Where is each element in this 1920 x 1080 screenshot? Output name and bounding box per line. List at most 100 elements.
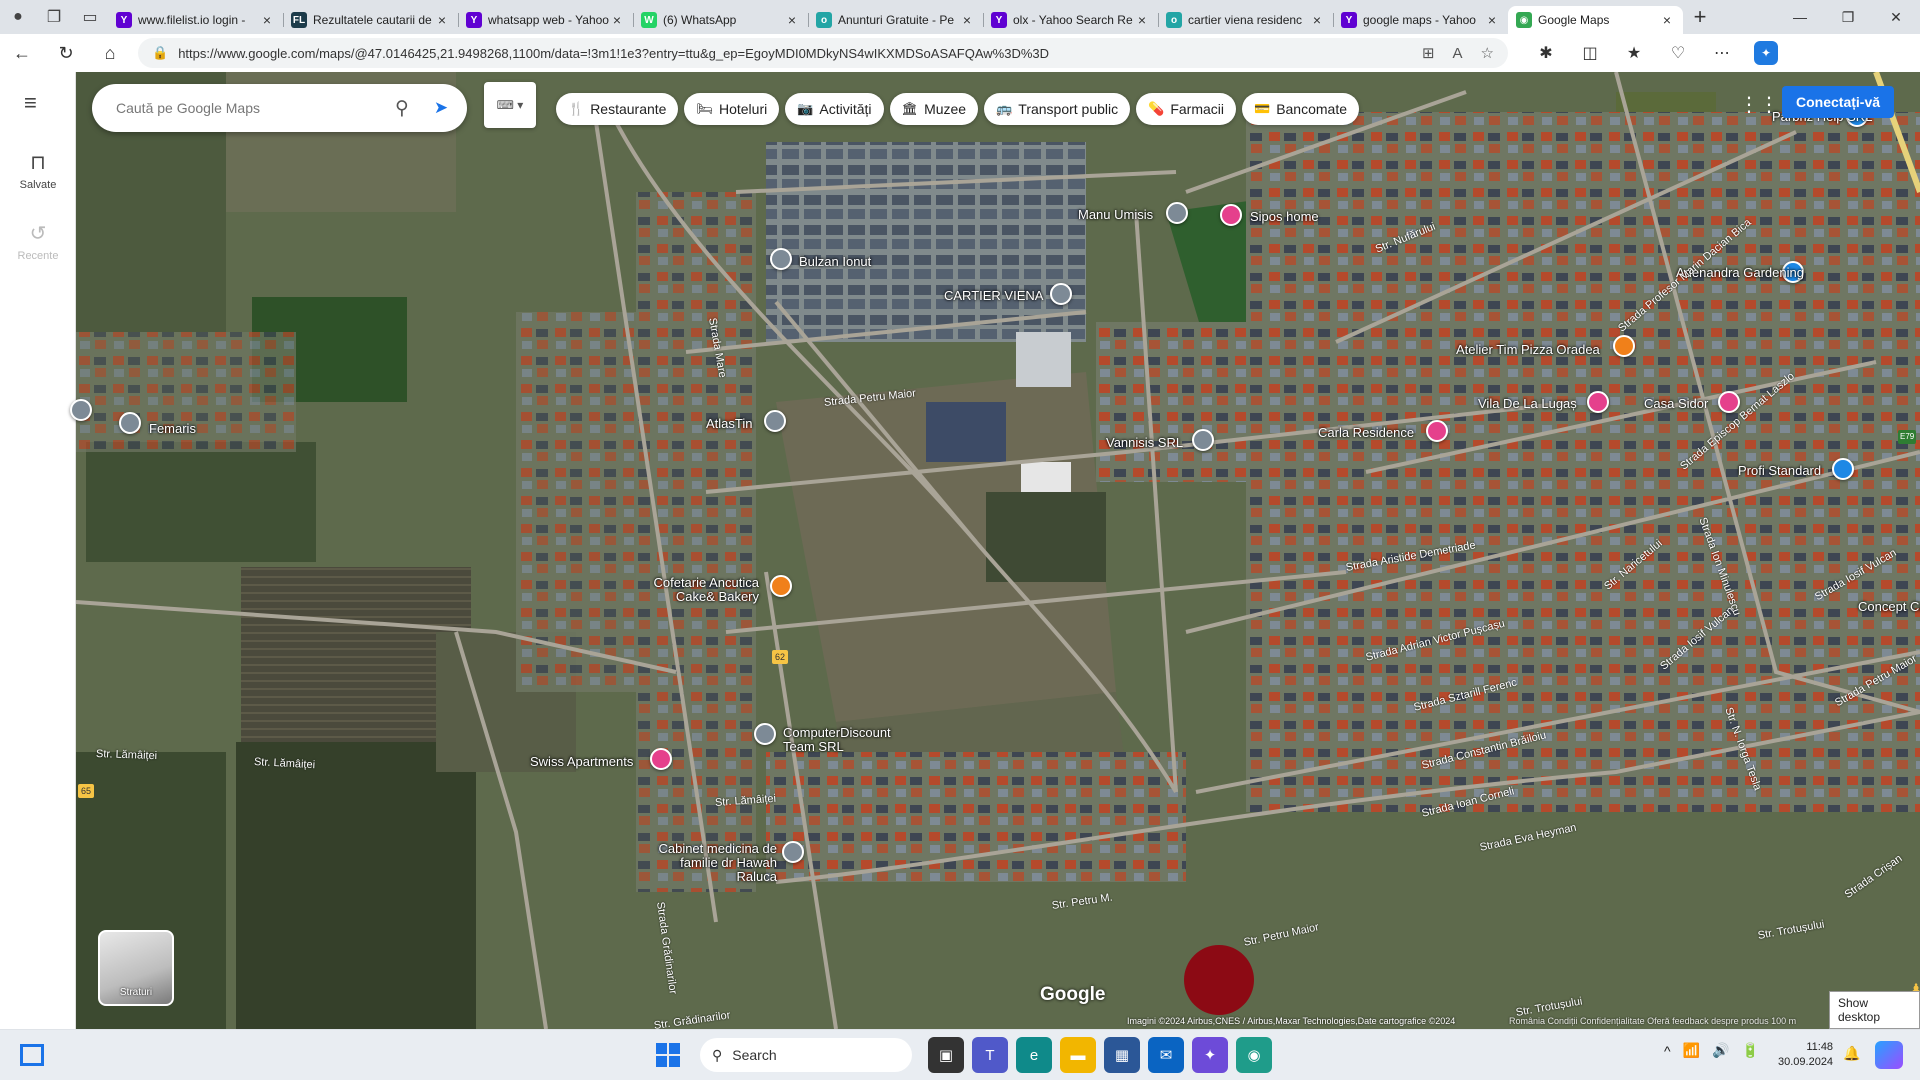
split-screen-icon[interactable]: ◫ [1568, 34, 1612, 72]
minimize-button[interactable]: — [1776, 0, 1824, 34]
browser-tab[interactable]: ◉ Google Maps × [1508, 6, 1683, 34]
close-tab-icon[interactable]: × [959, 12, 975, 28]
place-label[interactable]: ComputerDiscount Team SRL [783, 726, 923, 754]
task-view-icon[interactable]: ▣ [928, 1037, 964, 1073]
place-label[interactable]: Femaris [149, 422, 196, 436]
home-button[interactable]: ⌂ [88, 34, 132, 72]
place-label[interactable]: Swiss Apartments [530, 755, 633, 769]
place-label[interactable]: Vannisis SRL [1106, 436, 1183, 450]
place-pin[interactable] [70, 399, 92, 421]
copilot-taskbar-icon[interactable] [1875, 1041, 1903, 1069]
hamburger-menu-icon[interactable]: ≡ [24, 90, 37, 116]
start-button[interactable] [656, 1043, 680, 1067]
place-pin[interactable] [119, 412, 141, 434]
place-label[interactable]: Cofetarie Ancutica Cake& Bakery [649, 576, 759, 604]
place-pin[interactable] [764, 410, 786, 432]
close-tab-icon[interactable]: × [784, 12, 800, 28]
category-chip[interactable]: 🛏 Hoteluri [684, 93, 780, 125]
reload-button[interactable]: ↻ [44, 34, 88, 72]
place-label[interactable]: Carla Residence [1318, 426, 1414, 440]
favorites-icon[interactable]: ★ [1612, 34, 1656, 72]
browser-tab[interactable]: Ywhatsapp web - Yahoo × [458, 6, 633, 34]
place-label[interactable]: Profi Standard [1738, 464, 1821, 478]
map-footer-links[interactable]: România Condiții Confidențialitate Oferă… [1509, 1016, 1796, 1026]
mail-icon[interactable]: ✉ [1148, 1037, 1184, 1073]
search-box[interactable]: Caută pe Google Maps ⚲ ➤ [92, 84, 467, 132]
favorite-star-icon[interactable]: ☆ [1481, 44, 1494, 62]
place-pin[interactable] [770, 575, 792, 597]
place-label[interactable]: AtlasTin [706, 417, 752, 431]
browser-essentials-icon[interactable]: ♡ [1656, 34, 1700, 72]
close-tab-icon[interactable]: × [434, 12, 450, 28]
browser-tab[interactable]: o cartier viena residenc × [1158, 6, 1333, 34]
clock[interactable]: 11:48 30.09.2024 [1778, 1040, 1833, 1070]
notification-bell-icon[interactable]: 🔔 [1843, 1045, 1860, 1062]
close-tab-icon[interactable]: × [1309, 12, 1325, 28]
place-pin[interactable] [770, 248, 792, 270]
more-menu-icon[interactable]: ⋯ [1700, 34, 1744, 72]
read-aloud-icon[interactable]: A [1453, 45, 1463, 62]
category-chip[interactable]: 💳 Bancomate [1242, 93, 1360, 125]
edge-icon[interactable]: e [1016, 1037, 1052, 1073]
app-available-icon[interactable]: ⊞ [1422, 44, 1435, 62]
browser-tab[interactable]: Ywww.filelist.io login - × [108, 6, 283, 34]
tab-actions-icon[interactable]: ▭ [72, 0, 108, 34]
store-icon[interactable]: ▦ [1104, 1037, 1140, 1073]
sign-in-button[interactable]: Conectați-vă [1782, 86, 1895, 118]
new-tab-button[interactable]: + [1683, 0, 1717, 34]
extensions-icon[interactable]: ✱ [1524, 34, 1568, 72]
close-tab-icon[interactable]: × [1134, 12, 1150, 28]
place-pin[interactable] [1587, 391, 1609, 413]
place-pin[interactable] [1192, 429, 1214, 451]
place-label[interactable]: CARTIER VIENA [944, 289, 1043, 303]
close-tab-icon[interactable]: × [609, 12, 625, 28]
back-button[interactable]: ← [0, 34, 44, 72]
browser-app-icon[interactable]: ◉ [1236, 1037, 1272, 1073]
search-icon[interactable]: ⚲ [377, 97, 427, 120]
browser-tab[interactable]: Yolx - Yahoo Search Re × [983, 6, 1158, 34]
browser-tab[interactable]: o Anunturi Gratuite - Pe × [808, 6, 983, 34]
place-pin[interactable] [1220, 204, 1242, 226]
teams-icon[interactable]: T [972, 1037, 1008, 1073]
copilot-app-icon[interactable]: ✦ [1192, 1037, 1228, 1073]
category-chip[interactable]: 📷 Activități [785, 93, 884, 125]
layers-button[interactable]: Straturi [98, 930, 174, 1006]
place-label[interactable]: Concept Ca [1858, 600, 1920, 614]
battery-icon[interactable]: 🔋 [1741, 1042, 1758, 1059]
widgets-icon[interactable] [20, 1044, 44, 1066]
browser-tab[interactable]: FL Rezultatele cautarii de × [283, 6, 458, 34]
place-label[interactable]: Vila De La Lugaș [1478, 397, 1577, 411]
place-label[interactable]: Casa Sidor [1644, 397, 1708, 411]
place-pin[interactable] [1832, 458, 1854, 480]
place-pin[interactable] [754, 723, 776, 745]
place-label[interactable]: Cabinet medicina de familie dr Hawah Ral… [657, 842, 777, 884]
url-text[interactable]: https://www.google.com/maps/@47.0146425,… [178, 46, 1404, 61]
volume-icon[interactable]: 🔊 [1712, 1042, 1729, 1059]
place-label[interactable]: Atelier Tim Pizza Oradea [1456, 343, 1600, 357]
wifi-icon[interactable]: 📶 [1683, 1042, 1700, 1059]
close-tab-icon[interactable]: × [1659, 12, 1675, 28]
place-pin[interactable] [1166, 202, 1188, 224]
saved-button[interactable]: ⊓ Salvate [0, 150, 76, 191]
copilot-icon[interactable]: ✦ [1754, 41, 1778, 65]
close-window-button[interactable]: ✕ [1872, 0, 1920, 34]
restore-button[interactable]: ❐ [1824, 0, 1872, 34]
place-pin[interactable] [782, 841, 804, 863]
profile-icon[interactable]: ● [0, 0, 36, 34]
place-pin[interactable] [1426, 420, 1448, 442]
close-tab-icon[interactable]: × [259, 12, 275, 28]
category-chip[interactable]: 🏛 Muzee [889, 93, 979, 125]
place-label[interactable]: Manu Umisis [1078, 208, 1153, 222]
browser-tab[interactable]: W (6) WhatsApp × [633, 6, 808, 34]
address-bar[interactable]: 🔒 https://www.google.com/maps/@47.014642… [138, 38, 1508, 68]
workspaces-icon[interactable]: ❐ [36, 0, 72, 34]
place-pin[interactable] [1613, 335, 1635, 357]
place-label[interactable]: Bulzan Ionut [799, 255, 871, 269]
category-chip[interactable]: 🍴 Restaurante [556, 93, 679, 125]
close-tab-icon[interactable]: × [1484, 12, 1500, 28]
chevron-up-icon[interactable]: ^ [1664, 1043, 1671, 1059]
directions-icon[interactable]: ➤ [427, 94, 455, 122]
recent-button[interactable]: ↺ Recente [0, 221, 76, 262]
taskbar-search[interactable]: ⚲ Search [700, 1038, 912, 1072]
satellite-map[interactable]: Parbriz Help SRL Manu Umisis Sipos home … [70, 72, 1920, 1029]
